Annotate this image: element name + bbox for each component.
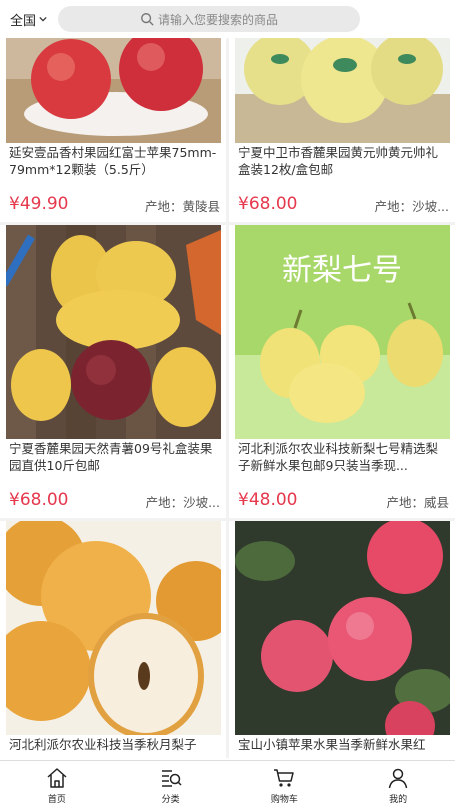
product-origin: 产地：黄陵县: [144, 199, 220, 214]
tree-apples-photo: [235, 521, 450, 735]
tab-cart[interactable]: 购物车: [228, 761, 342, 810]
search-icon: [141, 13, 154, 26]
product-title: 宁夏中卫市香麓果园黄元帅黄元帅礼盒装12枚/盒包邮: [238, 145, 439, 177]
product-card[interactable]: 宝山小镇苹果水果当季新鲜水果红: [229, 521, 455, 758]
product-title: 河北利派尔农业科技当季秋月梨子: [9, 737, 197, 752]
product-origin: 产地：沙坡...: [145, 495, 220, 510]
product-price: ¥68.00: [238, 194, 298, 214]
tab-home[interactable]: 首页: [0, 761, 114, 810]
region-selector[interactable]: 全国: [0, 10, 56, 29]
user-icon: [388, 768, 408, 789]
region-label: 全国: [10, 13, 37, 29]
product-card[interactable]: 宁夏中卫市香麓果园黄元帅黄元帅礼盒装12枚/盒包邮 ¥68.00 产地：沙坡..…: [229, 38, 455, 222]
tab-label: 分类: [161, 795, 180, 805]
product-card[interactable]: 延安壹品香村果园红富士苹果75mm-79mm*12颗装（5.5斤） ¥49.90…: [0, 38, 226, 222]
chevron-down-icon: [39, 16, 47, 22]
red-apples-photo: [6, 38, 221, 143]
tab-label: 首页: [47, 795, 66, 805]
tab-label: 购物车: [270, 795, 298, 805]
pears-photo: 新梨七号: [235, 225, 450, 439]
product-price: ¥48.00: [238, 490, 298, 510]
bottom-tab-bar: 首页 分类 购物车 我的: [0, 760, 455, 810]
product-price: ¥68.00: [9, 490, 69, 510]
product-title: 延安壹品香村果园红富士苹果75mm-79mm*12颗装（5.5斤）: [9, 145, 217, 177]
product-price: ¥49.90: [9, 194, 69, 214]
yellow-apples-photo: [235, 38, 450, 143]
product-origin: 产地：威县: [386, 495, 449, 510]
home-icon: [47, 768, 67, 788]
search-placeholder: 请输入您要搜索的商品: [157, 12, 278, 27]
product-grid: 延安壹品香村果园红富士苹果75mm-79mm*12颗装（5.5斤） ¥49.90…: [0, 38, 455, 758]
product-title: 宁夏香麓果园天然青薯09号礼盒装果园直供10斤包邮: [9, 441, 213, 473]
pears-image-text: 新梨七号: [282, 253, 402, 288]
tab-label: 我的: [389, 795, 408, 805]
tab-mine[interactable]: 我的: [341, 761, 455, 810]
search-input[interactable]: 请输入您要搜索的商品: [58, 6, 360, 32]
potatoes-photo: [6, 225, 221, 439]
product-title: 河北利派尔农业科技新梨七号精选梨子新鲜水果包邮9只装当季现...: [238, 441, 439, 473]
product-card[interactable]: 宁夏香麓果园天然青薯09号礼盒装果园直供10斤包邮 ¥68.00 产地：沙坡..…: [0, 225, 226, 518]
category-icon: [161, 770, 182, 787]
product-card[interactable]: 新梨七号 河北利派尔农业科技新梨七号精选梨子新鲜水果包邮9只装当季现... ¥4…: [229, 225, 455, 518]
top-header: 全国 请输入您要搜索的商品: [0, 0, 455, 38]
tab-category[interactable]: 分类: [114, 761, 228, 810]
product-card[interactable]: 河北利派尔农业科技当季秋月梨子: [0, 521, 226, 758]
cart-icon: [274, 769, 295, 787]
product-title: 宝山小镇苹果水果当季新鲜水果红: [238, 737, 426, 752]
autumn-pears-photo: [6, 521, 221, 735]
product-origin: 产地：沙坡...: [374, 199, 449, 214]
